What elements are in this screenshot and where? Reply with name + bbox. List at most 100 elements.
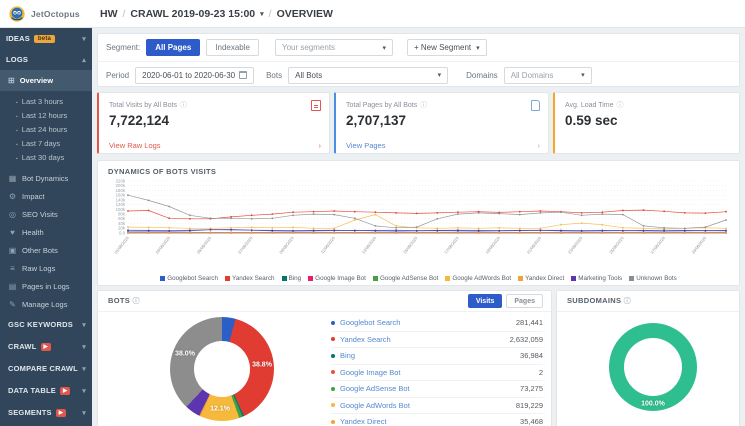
new-segment-button[interactable]: + New Segment ▾: [407, 39, 487, 56]
info-icon[interactable]: ⓘ: [132, 298, 139, 305]
svg-text:09/06/2020: 09/06/2020: [278, 235, 295, 255]
sidebar-time-link[interactable]: ▪Last 30 days: [16, 150, 92, 164]
subdomains-card: SUBDOMAINS ⓘ 100.0%: [556, 290, 740, 426]
sidebar-item-crawl[interactable]: CRAWL▶ ▾: [0, 336, 92, 357]
raw-logs-icon: ≡: [8, 264, 17, 273]
stat-title: Avg. Load Timeⓘ: [555, 93, 739, 110]
sidebar-time-link[interactable]: ▪Last 7 days: [16, 136, 92, 150]
svg-text:05/06/2020: 05/06/2020: [196, 235, 213, 255]
legend-item[interactable]: Googlebot Search: [160, 275, 218, 282]
svg-text:29/06/2020: 29/06/2020: [691, 235, 708, 255]
info-icon[interactable]: ⓘ: [617, 100, 624, 110]
breadcrumb-crawl[interactable]: CRAWL 2019-09-23 15:00: [130, 8, 255, 20]
sidebar-item-logs[interactable]: LOGS ▴: [0, 49, 92, 70]
sidebar-log-items: ▦Bot Dynamics ⚙Impact ◎SEO Visits ♥Healt…: [0, 169, 92, 313]
sidebar-item-segments[interactable]: SEGMENTS▶ ▾: [0, 402, 92, 423]
page-icon[interactable]: [531, 100, 540, 111]
bot-name-link[interactable]: Bing: [340, 351, 355, 360]
pages-toggle-button[interactable]: Pages: [506, 294, 543, 308]
info-icon[interactable]: ⓘ: [420, 100, 427, 110]
sidebar-item-pages-in-logs[interactable]: ▤Pages in Logs: [0, 277, 92, 295]
legend-item[interactable]: Marketing Tools: [571, 275, 622, 282]
arrow-right-icon[interactable]: ›: [319, 141, 322, 150]
table-row: Bing 36,984: [331, 348, 543, 365]
donut-hole: [624, 338, 682, 396]
bot-visits-value: 819,229: [516, 401, 543, 410]
sidebar-item-raw-logs[interactable]: ≡Raw Logs: [0, 259, 92, 277]
legend-item[interactable]: Google Image Bot: [308, 275, 366, 282]
svg-text:180k: 180k: [116, 188, 126, 193]
your-segments-select[interactable]: Your segments ▾: [275, 39, 393, 56]
table-row: Yandex Direct 35,468: [331, 414, 543, 426]
jetoctopus-logo: [8, 5, 26, 23]
svg-text:100k: 100k: [116, 207, 126, 212]
chevron-down-icon: ▾: [476, 44, 480, 52]
period-input[interactable]: 2020-06-01 to 2020-06-30: [135, 67, 254, 84]
bot-visits-value: 2,632,059: [510, 335, 543, 344]
svg-text:160k: 160k: [116, 193, 126, 198]
sidebar-time-link[interactable]: ▪Last 3 hours: [16, 94, 92, 108]
sidebar-item-health[interactable]: ♥Health: [0, 223, 92, 241]
legend-swatch-icon: [373, 276, 378, 281]
info-icon[interactable]: ⓘ: [624, 298, 631, 305]
table-row: Google Image Bot 2: [331, 365, 543, 382]
impact-icon: ⚙: [8, 192, 17, 201]
chevron-down-icon: ▾: [82, 409, 86, 417]
breadcrumb-page[interactable]: OVERVIEW: [277, 8, 333, 20]
view-raw-logs-link[interactable]: View Raw Logs: [109, 141, 161, 150]
legend-item[interactable]: Yandex Search: [225, 275, 275, 282]
seo-visits-icon: ◎: [8, 210, 17, 219]
sidebar-time-link[interactable]: ▪Last 12 hours: [16, 108, 92, 122]
bots-select[interactable]: All Bots ▾: [288, 67, 448, 84]
legend-item[interactable]: Bing: [282, 275, 302, 282]
sidebar-time-link[interactable]: ▪Last 24 hours: [16, 122, 92, 136]
svg-text:25/06/2020: 25/06/2020: [608, 235, 625, 255]
video-badge-icon: ▶: [60, 387, 70, 395]
indexable-button[interactable]: Indexable: [206, 39, 259, 56]
bot-name-link[interactable]: Yandex Search: [340, 335, 391, 344]
legend-item[interactable]: Unknown Bots: [629, 275, 677, 282]
subdomains-title: SUBDOMAINS ⓘ: [567, 296, 631, 306]
arrow-right-icon[interactable]: ›: [538, 141, 541, 150]
svg-text:19/06/2020: 19/06/2020: [484, 235, 501, 255]
sidebar-item-overview[interactable]: ⊞ Overview: [0, 70, 92, 91]
bot-dynamics-icon: ▦: [8, 174, 17, 183]
sidebar-item-gsc-keywords[interactable]: GSC KEYWORDS ▾: [0, 314, 92, 335]
bot-name-link[interactable]: Google AdWords Bot: [340, 401, 410, 410]
sidebar-item-ideas[interactable]: IDEAS beta ▾: [0, 28, 92, 49]
legend-item[interactable]: Google AdSense Bot: [373, 275, 438, 282]
sidebar-item-data-table[interactable]: DATA TABLE▶ ▾: [0, 380, 92, 401]
subdomains-donut-chart[interactable]: 100.0%: [609, 323, 697, 411]
bots-donut-chart[interactable]: 38.8%12.1%38.0%: [170, 317, 274, 421]
domains-select[interactable]: All Domains ▾: [504, 67, 592, 84]
brand[interactable]: JetOctopus: [0, 5, 92, 23]
sidebar-item-impact[interactable]: ⚙Impact: [0, 187, 92, 205]
bot-color-dot-icon: [331, 387, 335, 391]
list-icon[interactable]: [311, 100, 321, 111]
period-row: Period 2020-06-01 to 2020-06-30 Bots All…: [98, 61, 739, 88]
legend-item[interactable]: Google AdWords Bot: [445, 275, 511, 282]
sidebar-item-manage-logs[interactable]: ✎Manage Logs: [0, 295, 92, 313]
info-icon[interactable]: ⓘ: [180, 100, 187, 110]
sidebar-item-other-bots[interactable]: ▣Other Bots: [0, 241, 92, 259]
stat-value: 2,707,137: [336, 110, 548, 128]
sidebar-item-seo-visits[interactable]: ◎SEO Visits: [0, 205, 92, 223]
top-bar: JetOctopus HW / CRAWL 2019-09-23 15:00 ▾…: [0, 0, 745, 28]
svg-text:27/06/2020: 27/06/2020: [649, 235, 666, 255]
all-pages-button[interactable]: All Pages: [146, 39, 200, 56]
chevron-down-icon[interactable]: ▾: [260, 10, 264, 18]
bot-name-link[interactable]: Yandex Direct: [340, 417, 387, 426]
bot-name-link[interactable]: Googlebot Search: [340, 318, 400, 327]
bot-name-link[interactable]: Google Image Bot: [340, 368, 400, 377]
legend-item[interactable]: Yandex Direct: [518, 275, 564, 282]
sidebar-item-compare-crawl[interactable]: COMPARE CRAWL ▾: [0, 358, 92, 379]
view-pages-link[interactable]: View Pages: [346, 141, 385, 150]
breadcrumb-project[interactable]: HW: [100, 8, 118, 20]
sidebar-item-bot-dynamics[interactable]: ▦Bot Dynamics: [0, 169, 92, 187]
stat-value: 0.59 sec: [555, 110, 739, 128]
bots-value: All Bots: [295, 71, 322, 80]
visits-toggle-button[interactable]: Visits: [468, 294, 503, 308]
bot-name-link[interactable]: Google AdSense Bot: [340, 384, 410, 393]
beta-badge: beta: [34, 35, 55, 43]
svg-text:01/06/2020: 01/06/2020: [113, 235, 130, 255]
